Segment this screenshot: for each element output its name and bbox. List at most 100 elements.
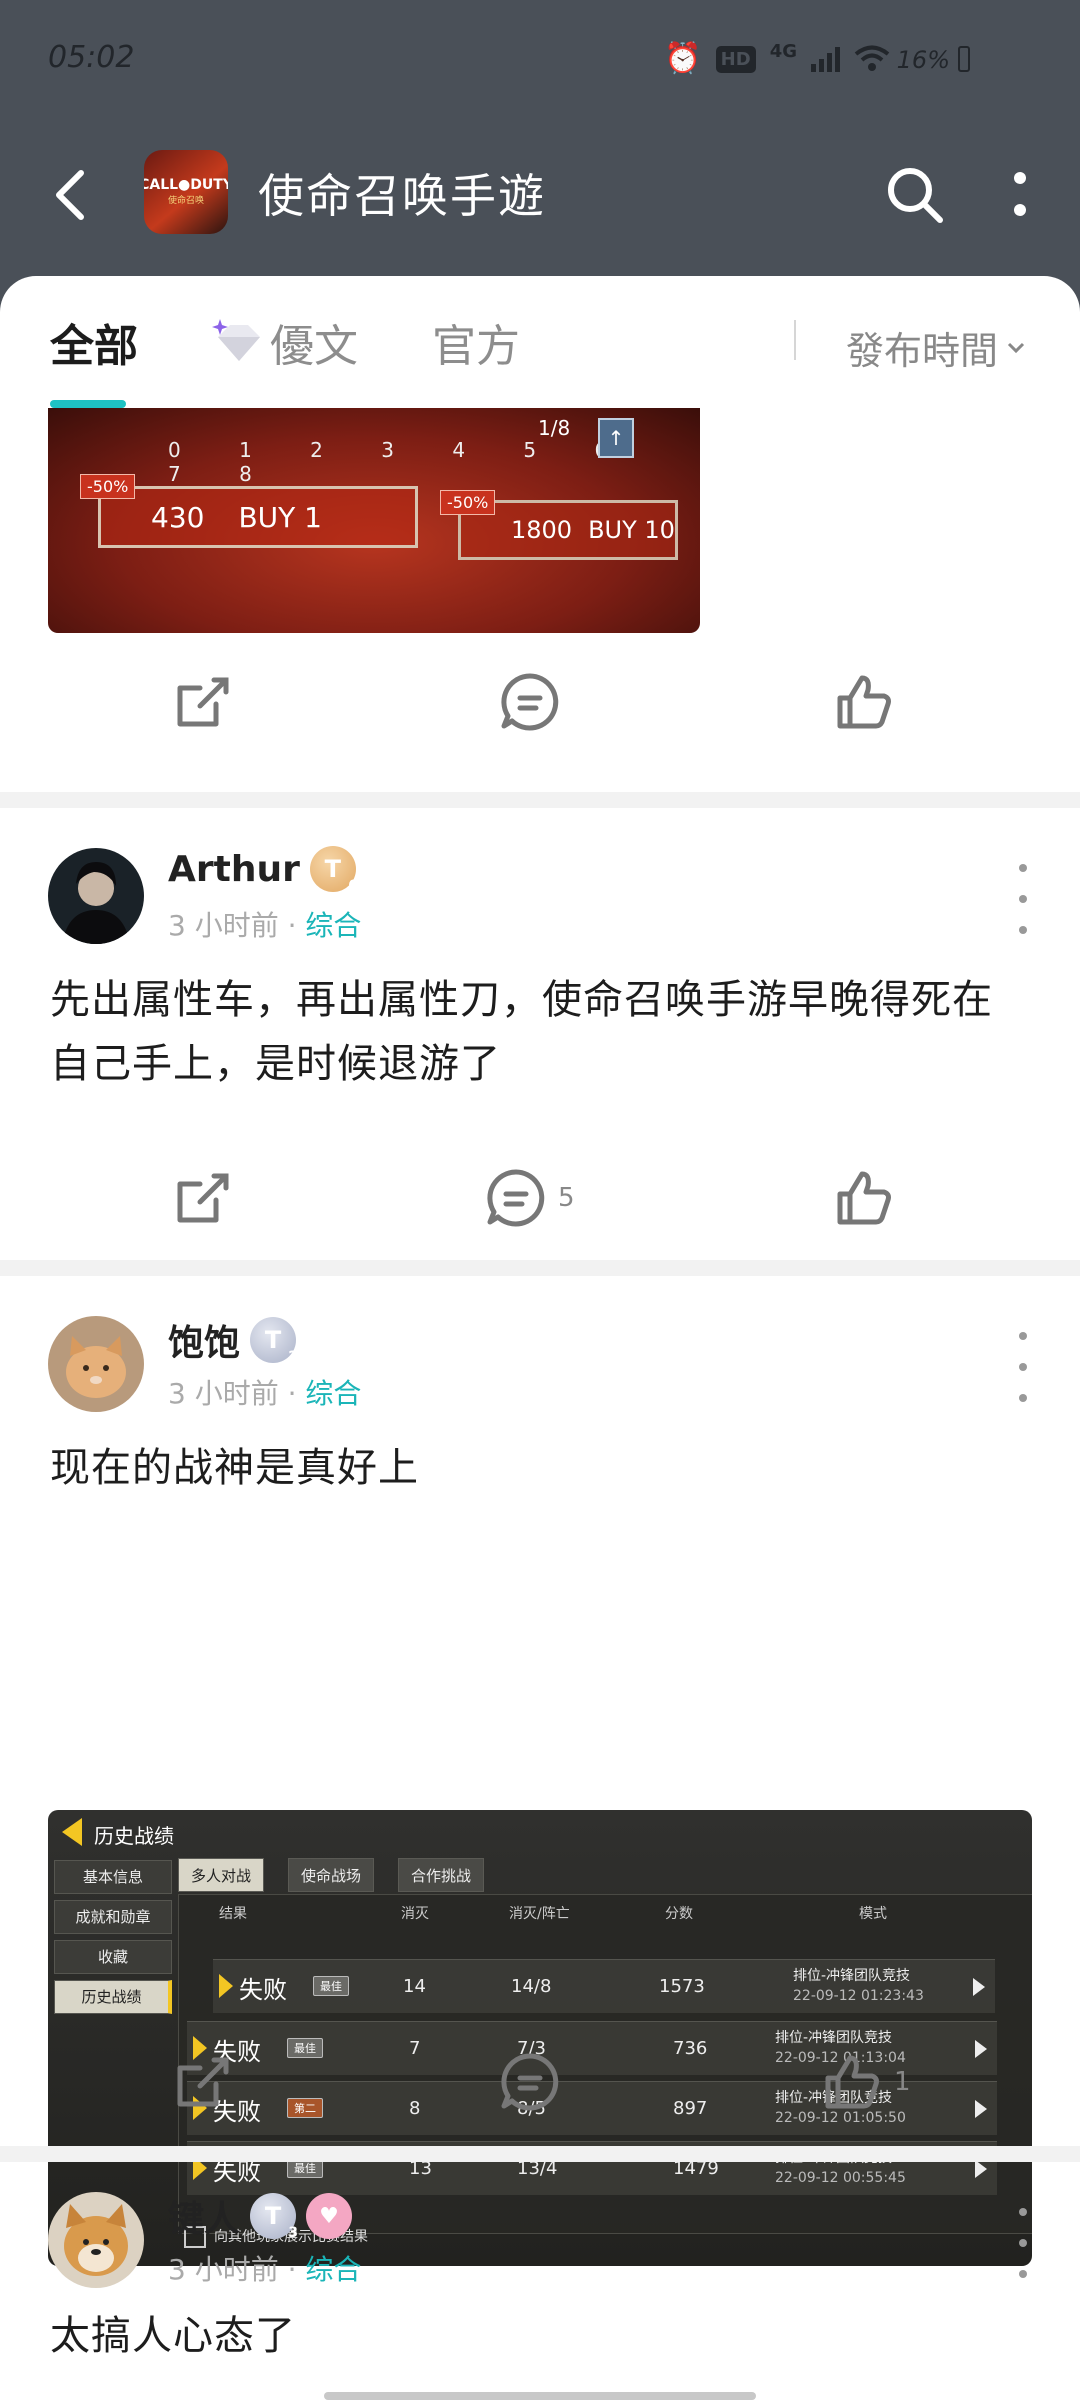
comment-icon bbox=[501, 2053, 559, 2111]
post-card[interactable]: Arthur T6 3 小时前 · 综合 先出属性车，再出属性刀，使命召唤手游早… bbox=[0, 808, 1080, 1264]
tab-good-posts[interactable]: 優文 bbox=[208, 310, 358, 374]
sub-tab: 多人对战 bbox=[178, 1858, 265, 1892]
comment-icon bbox=[501, 673, 559, 731]
feed-sheet: 全部 優文 官方 發布時間 0 1 2 3 4 5 6 7 8 1/8 ↑ 43… bbox=[0, 276, 1080, 2408]
thumbs-up-icon bbox=[837, 1171, 891, 1225]
comment-button[interactable]: 5 bbox=[484, 1166, 575, 1230]
sort-dropdown[interactable]: 發布時間 bbox=[846, 320, 1026, 375]
sort-label: 發布時間 bbox=[846, 329, 999, 373]
search-icon bbox=[888, 168, 943, 223]
divider bbox=[0, 2146, 1080, 2162]
tab-official[interactable]: 官方 bbox=[432, 310, 520, 374]
post-meta: 3 小时前 · 综合 bbox=[168, 1377, 362, 1410]
share-button[interactable] bbox=[170, 1166, 234, 1230]
post-meta: 3 小时前 · 综合 bbox=[168, 2253, 362, 2286]
side-item: 收藏 bbox=[54, 1940, 172, 1974]
discount-tag: -50% bbox=[80, 474, 136, 499]
divider bbox=[0, 1260, 1080, 1276]
hd-icon: HD bbox=[715, 45, 756, 73]
share-button[interactable] bbox=[170, 2050, 234, 2114]
more-vertical-icon bbox=[1014, 172, 1026, 216]
level-badge: T6 bbox=[309, 846, 358, 894]
avatar[interactable] bbox=[48, 848, 144, 944]
signal-icon bbox=[811, 46, 840, 72]
home-indicator[interactable] bbox=[324, 2392, 756, 2400]
post-category[interactable]: 综合 bbox=[305, 909, 361, 942]
tab-divider bbox=[794, 320, 796, 360]
post-more-button[interactable] bbox=[1008, 2208, 1038, 2278]
status-bar: 05:02 ⏰ HD 4G 16% bbox=[0, 0, 1080, 120]
post-time: 3 小时前 bbox=[168, 1377, 279, 1410]
share-icon bbox=[177, 677, 229, 727]
comment-button[interactable] bbox=[498, 2050, 562, 2114]
side-item: 历史战绩 bbox=[54, 1980, 172, 2014]
like-button[interactable] bbox=[832, 670, 896, 734]
sub-tab: 使命战场 bbox=[288, 1858, 375, 1892]
divider bbox=[0, 792, 1080, 808]
back-button[interactable] bbox=[40, 160, 100, 230]
discount-tag: -50% bbox=[440, 490, 496, 515]
comment-button[interactable] bbox=[498, 670, 562, 734]
up-arrow-icon: ↑ bbox=[598, 418, 634, 458]
level-badge: T3 bbox=[250, 2193, 298, 2241]
post-body: 先出属性车，再出属性刀，使命召唤手游早晚得死在自己手上，是时候退游了 bbox=[50, 977, 993, 1087]
column-header: 模式 bbox=[859, 1906, 887, 1922]
post-card[interactable]: 键人 T3 ♥ 3 小时前 · 综合 太搞人心态了 bbox=[0, 2162, 1080, 2408]
screenshot-title: 历史战绩 bbox=[94, 1824, 174, 1848]
share-button[interactable] bbox=[170, 670, 234, 734]
post-actions: 5 bbox=[0, 1146, 1080, 1246]
author-name[interactable]: 饱饱 T2 bbox=[168, 1314, 298, 1366]
shop-count: 1/8 bbox=[538, 416, 571, 440]
chevron-down-icon bbox=[1007, 342, 1025, 353]
like-button[interactable] bbox=[832, 1166, 896, 1230]
like-button[interactable]: 1 bbox=[820, 2050, 911, 2114]
more-menu-button[interactable] bbox=[990, 160, 1050, 230]
avatar[interactable] bbox=[48, 2192, 144, 2288]
heart-badge-icon: ♥ bbox=[306, 2193, 353, 2239]
back-arrow-icon bbox=[56, 170, 84, 220]
battery-level: 16% bbox=[896, 46, 950, 74]
post-card[interactable]: 饱饱 T2 3 小时前 · 综合 现在的战神是真好上 历史战绩 基本信息 成就和… bbox=[0, 1276, 1080, 2266]
avatar[interactable] bbox=[48, 1316, 144, 1412]
post-image-shop[interactable]: 0 1 2 3 4 5 6 7 8 1/8 ↑ 430 BUY 1 -50% 18… bbox=[48, 408, 700, 633]
thumbs-up-icon bbox=[837, 675, 891, 729]
like-count: 1 bbox=[894, 2067, 911, 2097]
post-actions: 1 bbox=[0, 2030, 1080, 2130]
column-header: 结果 bbox=[219, 1906, 247, 1922]
post-actions bbox=[0, 650, 1080, 750]
share-icon bbox=[177, 1173, 229, 1223]
app-bar: CALL●DUTY 使命召唤 使命召唤手遊 bbox=[0, 130, 1080, 260]
post-body: 现在的战神是真好上 bbox=[50, 1445, 419, 1491]
post-category[interactable]: 综合 bbox=[305, 2253, 361, 2286]
page-title: 使命召唤手遊 bbox=[258, 169, 546, 223]
search-button[interactable] bbox=[880, 160, 950, 230]
post-more-button[interactable] bbox=[1008, 864, 1038, 934]
wifi-icon bbox=[854, 45, 890, 71]
post-time: 3 小时前 bbox=[168, 909, 279, 942]
table-row: 失败 最佳 14 14/8 1573 排位-冲锋团队竞技 22-09-12 01:… bbox=[213, 1959, 995, 2013]
thumbs-up-icon bbox=[825, 2055, 879, 2109]
game-logo[interactable]: CALL●DUTY 使命召唤 bbox=[144, 150, 228, 234]
gem-icon bbox=[212, 319, 260, 361]
column-header: 分数 bbox=[665, 1906, 693, 1922]
sub-tab: 合作挑战 bbox=[398, 1858, 485, 1892]
author-name[interactable]: 键人 T3 ♥ bbox=[168, 2190, 353, 2242]
comment-count: 5 bbox=[558, 1183, 575, 1213]
status-time: 05:02 bbox=[48, 40, 135, 75]
feed-tabs: 全部 優文 官方 發布時間 bbox=[0, 276, 1080, 408]
status-icons: ⏰ HD 4G bbox=[664, 40, 890, 76]
post-time: 3 小时前 bbox=[168, 2253, 279, 2286]
column-header: 消灭 bbox=[401, 1906, 429, 1922]
post-category[interactable]: 综合 bbox=[305, 1377, 361, 1410]
tab-all[interactable]: 全部 bbox=[50, 310, 138, 374]
side-item: 基本信息 bbox=[54, 1860, 172, 1894]
battery-icon bbox=[958, 46, 970, 72]
post-more-button[interactable] bbox=[1008, 1332, 1038, 1402]
post-body: 太搞人心态了 bbox=[50, 2313, 296, 2359]
tab-indicator bbox=[50, 400, 126, 408]
post-meta: 3 小时前 · 综合 bbox=[168, 909, 362, 942]
network-label: 4G bbox=[769, 40, 797, 62]
alarm-icon: ⏰ bbox=[664, 41, 702, 76]
side-item: 成就和勋章 bbox=[54, 1900, 172, 1934]
author-name[interactable]: Arthur T6 bbox=[168, 846, 358, 894]
